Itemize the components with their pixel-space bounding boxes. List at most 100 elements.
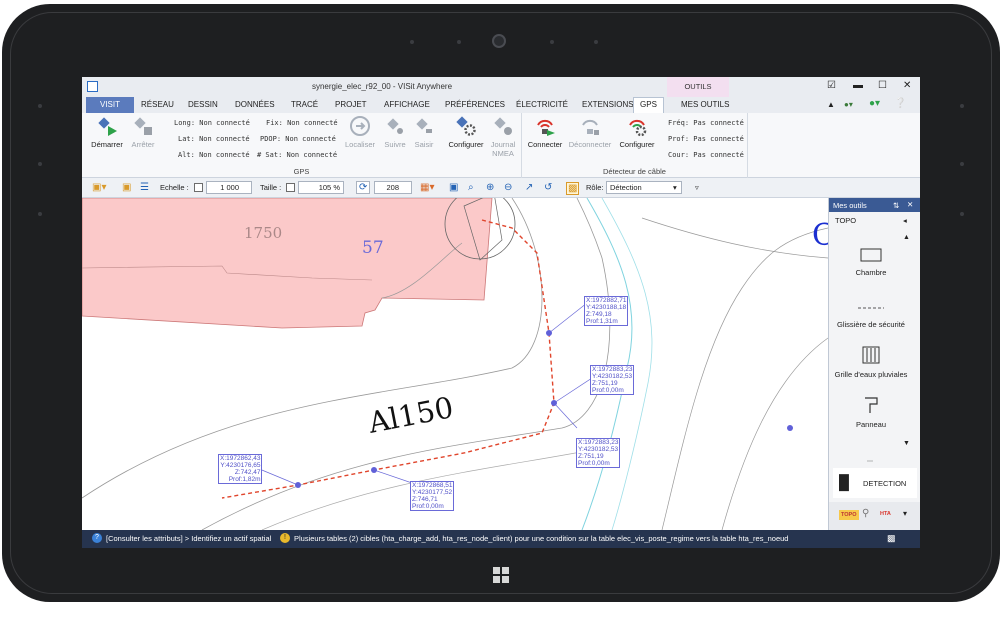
legend-icon[interactable]: ☰ bbox=[140, 182, 149, 193]
disconnect-button[interactable]: Déconnecter bbox=[568, 115, 612, 149]
water-line bbox=[601, 198, 653, 530]
folder-open-icon[interactable]: ▣▾ bbox=[92, 182, 106, 193]
zoom-in-icon[interactable]: ⊕ bbox=[486, 182, 494, 193]
size-checkbox[interactable] bbox=[286, 183, 295, 192]
tab-donnees[interactable]: DONNÉES bbox=[235, 100, 275, 109]
layer-style-icon[interactable]: ▦▾ bbox=[420, 182, 434, 193]
user-icon[interactable]: ●▾ bbox=[844, 100, 853, 109]
leader-line bbox=[256, 467, 299, 486]
detection-tool[interactable]: █ DETECTION bbox=[833, 468, 917, 498]
zoom-extent-icon[interactable]: ⌕ bbox=[468, 182, 474, 193]
tool-chambre-label: Chambre bbox=[855, 268, 887, 277]
start-gps-label: Démarrer bbox=[91, 140, 123, 149]
coordinate-label[interactable]: X:1972883,23 Y:4230182,53 Z:751,19 Prof:… bbox=[590, 365, 635, 395]
scale-select[interactable]: 1 000 bbox=[206, 181, 252, 194]
chamber-icon bbox=[860, 248, 882, 262]
tool-grille[interactable]: Grille d'eaux pluviales bbox=[829, 346, 913, 379]
tab-dessin[interactable]: DESSIN bbox=[188, 100, 218, 109]
tool-glissiere[interactable]: Glissière de sécurité bbox=[829, 302, 913, 329]
panel-more-icon[interactable]: ▾ bbox=[903, 509, 907, 518]
status-indicator-icon[interactable]: ●▾ bbox=[869, 98, 880, 109]
configure-gps-button[interactable]: Configurer bbox=[444, 115, 488, 149]
sensor-dot bbox=[38, 104, 42, 108]
folder-layers-icon[interactable]: ▣ bbox=[122, 182, 131, 193]
terrain-line bbox=[641, 217, 828, 259]
status-message: Plusieurs tables (2) cibles (hta_charge_… bbox=[294, 534, 789, 543]
angle-select[interactable]: 208 bbox=[374, 181, 412, 194]
search-icon[interactable]: ⚲ bbox=[862, 508, 869, 519]
leader-line bbox=[373, 469, 413, 484]
tab-affichage[interactable]: AFFICHAGE bbox=[384, 100, 430, 109]
disconnect-label: Déconnecter bbox=[568, 140, 612, 149]
toolbar-overflow-icon[interactable]: ▿ bbox=[695, 183, 699, 192]
panel-resize-handle[interactable]: ⋯ bbox=[867, 458, 873, 465]
sign-icon bbox=[865, 397, 878, 413]
tab-electricite[interactable]: ÉLECTRICITÉ bbox=[516, 100, 568, 109]
tab-gps[interactable]: GPS bbox=[633, 97, 664, 113]
tab-visit[interactable]: VISIT bbox=[86, 97, 134, 113]
tab-extensions[interactable]: EXTENSIONS bbox=[582, 100, 634, 109]
role-icon[interactable]: ▩ bbox=[566, 182, 580, 195]
gps-long: Long: Non connecté bbox=[174, 119, 250, 127]
network-node bbox=[546, 330, 552, 336]
zoom-out-icon[interactable]: ⊖ bbox=[504, 182, 512, 193]
minimize-button[interactable]: ▬ bbox=[853, 80, 863, 91]
signal-connect-icon bbox=[537, 119, 555, 136]
pin-icon[interactable]: ⇅ bbox=[893, 201, 899, 210]
coordinate-label[interactable]: X:1972862,43 Y:4230176,65 Z:742,47 Prof:… bbox=[218, 454, 263, 484]
locate-button[interactable]: Localiser bbox=[340, 115, 380, 149]
status-bar: ? [Consulter les attributs] > Identifiez… bbox=[82, 530, 920, 548]
stop-gps-button[interactable]: Arrêter bbox=[123, 115, 163, 149]
hta-badge[interactable]: HTA bbox=[880, 511, 891, 517]
help-window-icon[interactable]: ☑ bbox=[827, 80, 836, 91]
status-tray-icon[interactable]: ▩ bbox=[887, 533, 896, 544]
map-canvas[interactable]: 1750 57 Al150 C X:1972882,71 Y:4230188,1… bbox=[82, 198, 828, 530]
tool-chambre[interactable]: Chambre bbox=[829, 248, 913, 277]
size-input[interactable]: 105 % bbox=[298, 181, 344, 194]
sensor-dot bbox=[960, 104, 964, 108]
coordinate-label[interactable]: X:1972868,51 Y:4230177,52 Z:746,71 Prof:… bbox=[410, 481, 455, 511]
tab-reseau[interactable]: RÉSEAU bbox=[141, 100, 174, 109]
gps-sat: # Sat: Non connecté bbox=[257, 151, 338, 159]
window-title: synergie_elec_r92_00 - VISit Anywhere bbox=[311, 82, 453, 91]
help-circle-icon[interactable]: ? bbox=[92, 533, 102, 543]
tools-list: ▲ Chambre Glissière de sécurité Grille d… bbox=[829, 232, 913, 454]
tool-panneau[interactable]: Panneau bbox=[829, 396, 913, 429]
journal-nmea-button[interactable]: Journal NMEA bbox=[483, 115, 523, 158]
scale-checkbox[interactable] bbox=[194, 183, 203, 192]
tab-mes-outils[interactable]: MES OUTILS bbox=[681, 100, 729, 109]
connect-label: Connecter bbox=[527, 140, 563, 149]
connect-button[interactable]: Connecter bbox=[524, 115, 566, 149]
pan-arrow-icon[interactable]: ↗ bbox=[525, 182, 533, 193]
role-select-arrow-icon[interactable]: ▾ bbox=[673, 183, 677, 192]
help-icon[interactable]: ❔ bbox=[894, 98, 906, 109]
tab-projet[interactable]: PROJET bbox=[335, 100, 367, 109]
tab-preferences[interactable]: PRÉFÉRENCES bbox=[445, 100, 505, 109]
role-select[interactable]: Détection bbox=[606, 181, 682, 194]
rotation-icon[interactable]: ⟳ bbox=[356, 181, 371, 194]
back-icon[interactable]: ↺ bbox=[544, 182, 552, 193]
coordinate-label[interactable]: X:1972882,71 Y:4230188,18 Z:749,18 Prof:… bbox=[584, 296, 629, 326]
configure-cable-button[interactable]: Configurer bbox=[615, 115, 659, 149]
collapse-ribbon-icon[interactable]: ▲ bbox=[827, 100, 835, 109]
topo-section[interactable]: TOPO ◂ bbox=[829, 212, 920, 229]
topo-badge[interactable]: TOPO bbox=[839, 510, 859, 520]
scroll-up-icon[interactable]: ▲ bbox=[903, 234, 910, 241]
tool-grille-label: Grille d'eaux pluviales bbox=[834, 370, 908, 379]
tab-trace[interactable]: TRACÉ bbox=[291, 100, 318, 109]
scroll-down-icon[interactable]: ▼ bbox=[903, 440, 910, 447]
close-button[interactable]: ✕ bbox=[903, 80, 911, 91]
windows-logo-icon[interactable] bbox=[493, 567, 509, 583]
network-node bbox=[295, 482, 301, 488]
enter-button[interactable]: Saisir bbox=[404, 115, 444, 149]
section-collapse-icon[interactable]: ◂ bbox=[903, 216, 907, 225]
coordinate-label[interactable]: X:1972883,23 Y:4230182,53 Z:751,19 Prof:… bbox=[576, 438, 621, 468]
panel-close-icon[interactable]: ✕ bbox=[907, 200, 913, 209]
start-gps-button[interactable]: Démarrer bbox=[87, 115, 127, 149]
map-view-icon[interactable]: ▣ bbox=[449, 182, 458, 193]
sensor-dot bbox=[960, 162, 964, 166]
hammer-icon: █ bbox=[839, 474, 849, 490]
configure-gps-label: Configurer bbox=[448, 140, 484, 149]
satellite-enter-icon bbox=[416, 118, 432, 133]
maximize-button[interactable]: ☐ bbox=[878, 80, 887, 91]
